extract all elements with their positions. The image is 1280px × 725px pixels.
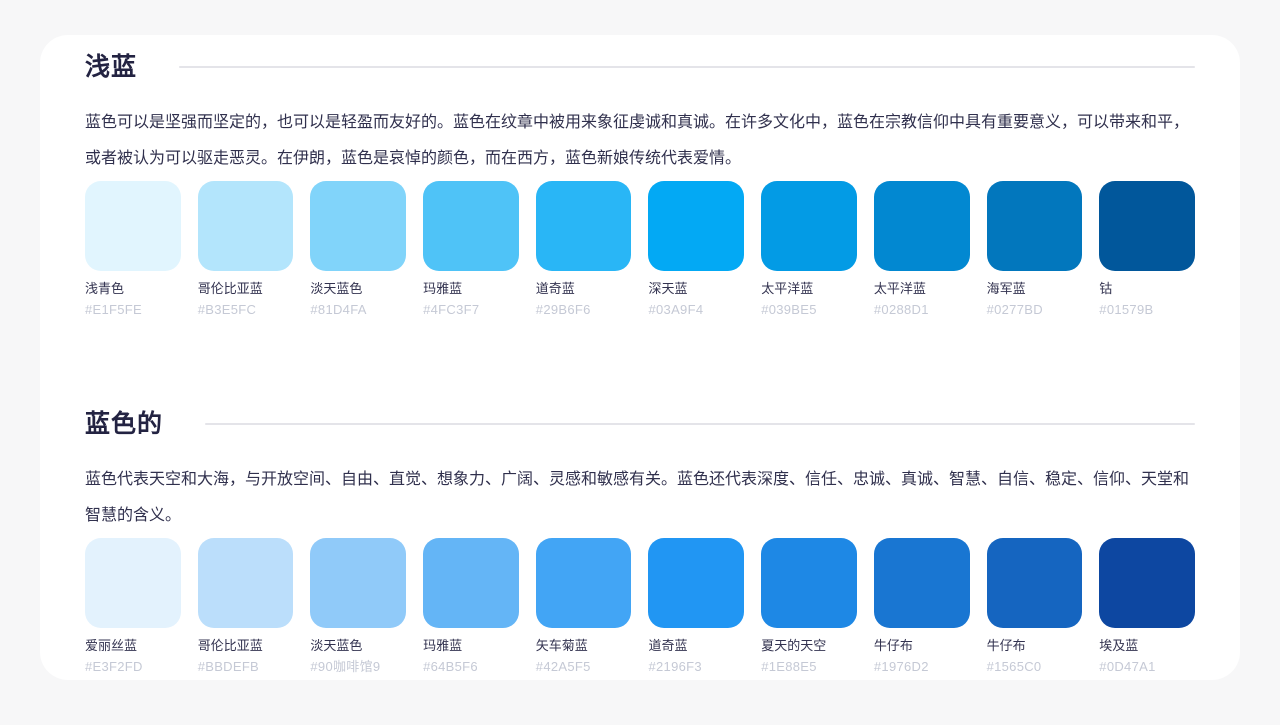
swatch-cell: 淡天蓝色 #81D4FA: [310, 181, 407, 318]
swatch-hex-code: #42A5F5: [535, 659, 591, 674]
section-title: 蓝色的: [85, 410, 164, 438]
color-swatch[interactable]: [535, 181, 632, 271]
swatch-cell: 钴 #01579B: [1099, 181, 1195, 318]
color-swatch[interactable]: [85, 181, 181, 271]
swatch-cell: 太平洋蓝 #039BE5: [761, 181, 857, 318]
swatch-hex-code: #0288D1: [873, 302, 929, 317]
swatch-name: 哥伦比亚蓝: [197, 281, 263, 296]
swatch-cell: 牛仔布 #1976D2: [873, 538, 970, 675]
color-swatch[interactable]: [873, 181, 970, 271]
section-header: 蓝色的: [85, 406, 1195, 442]
swatch-cell: 牛仔布 #1565C0: [986, 538, 1083, 675]
swatch-hex-code: #03A9F4: [648, 302, 704, 317]
swatch-cell: 浅青色 #E1F5FE: [85, 181, 181, 318]
color-swatch[interactable]: [197, 181, 294, 271]
swatch-grid-light-blue: 浅青色 #E1F5FE 哥伦比亚蓝 #B3E5FC 淡天蓝色 #81D4FA 玛…: [85, 181, 1195, 318]
color-swatch[interactable]: [535, 538, 632, 628]
color-swatch[interactable]: [423, 181, 519, 271]
swatch-name: 玛雅蓝: [423, 281, 463, 296]
swatch-name: 玛雅蓝: [423, 638, 463, 653]
swatch-cell: 玛雅蓝 #64B5F6: [423, 538, 519, 675]
swatch-hex-code: #4FC3F7: [423, 302, 480, 317]
color-swatch[interactable]: [423, 538, 519, 628]
swatch-name: 淡天蓝色: [310, 638, 363, 653]
swatch-cell: 爱丽丝蓝 #E3F2FD: [85, 538, 181, 675]
color-swatch[interactable]: [986, 181, 1083, 271]
swatch-name: 道奇蓝: [535, 281, 575, 296]
section-description: 蓝色代表天空和大海，与开放空间、自由、直觉、想象力、广阔、灵感和敏感有关。蓝色还…: [85, 471, 1190, 524]
section-description: 蓝色可以是坚强而坚定的，也可以是轻盈而友好的。蓝色在纹章中被用来象征虔诚和真诚。…: [85, 114, 1190, 167]
color-swatch[interactable]: [648, 538, 745, 628]
section-light-blue: 浅蓝 蓝色可以是坚强而坚定的，也可以是轻盈而友好的。蓝色在纹章中被用来象征虔诚和…: [85, 49, 1195, 318]
swatch-hex-code: #64B5F6: [423, 659, 478, 674]
swatch-hex-code: #039BE5: [761, 302, 817, 317]
swatch-hex-code: #29B6F6: [535, 302, 591, 317]
color-swatch[interactable]: [197, 538, 294, 628]
swatch-hex-code: #BBDEFB: [197, 659, 260, 674]
swatch-name: 矢车菊蓝: [535, 638, 588, 653]
swatch-name: 浅青色: [85, 281, 125, 296]
swatch-hex-code: #B3E5FC: [197, 302, 257, 317]
swatch-hex-code: #0D47A1: [1099, 659, 1156, 674]
swatch-hex-code: #1976D2: [873, 659, 929, 674]
color-swatch[interactable]: [873, 538, 970, 628]
swatch-cell: 哥伦比亚蓝 #B3E5FC: [197, 181, 294, 318]
section-header: 浅蓝: [85, 49, 1195, 85]
color-swatch[interactable]: [761, 181, 857, 271]
swatch-hex-code: #2196F3: [648, 659, 702, 674]
color-swatch[interactable]: [761, 538, 857, 628]
swatch-cell: 道奇蓝 #2196F3: [648, 538, 745, 675]
color-swatch[interactable]: [986, 538, 1083, 628]
swatch-hex-code: #01579B: [1099, 302, 1154, 317]
divider-line: [205, 423, 1195, 425]
swatch-name: 夏天的天空: [761, 638, 827, 653]
divider-line: [179, 66, 1195, 68]
swatch-name: 埃及蓝: [1099, 638, 1139, 653]
color-swatch[interactable]: [85, 538, 181, 628]
color-swatch[interactable]: [310, 181, 407, 271]
color-swatch[interactable]: [1099, 181, 1195, 271]
section-blue: 蓝色的 蓝色代表天空和大海，与开放空间、自由、直觉、想象力、广阔、灵感和敏感有关…: [85, 406, 1195, 675]
swatch-cell: 淡天蓝色 #90咖啡馆9: [310, 538, 407, 675]
swatch-name: 爱丽丝蓝: [85, 638, 138, 653]
swatch-name: 太平洋蓝: [873, 281, 926, 296]
swatch-name: 哥伦比亚蓝: [197, 638, 263, 653]
swatch-name: 深天蓝: [648, 281, 688, 296]
color-swatch[interactable]: [310, 538, 407, 628]
swatch-hex-code: #E3F2FD: [85, 659, 143, 674]
swatch-cell: 深天蓝 #03A9F4: [648, 181, 745, 318]
color-swatch[interactable]: [648, 181, 745, 271]
color-swatch[interactable]: [1099, 538, 1195, 628]
swatch-hex-code: #81D4FA: [310, 302, 367, 317]
color-palette-card: 浅蓝 蓝色可以是坚强而坚定的，也可以是轻盈而友好的。蓝色在纹章中被用来象征虔诚和…: [40, 35, 1240, 680]
swatch-hex-code: #0277BD: [986, 302, 1043, 317]
swatch-cell: 太平洋蓝 #0288D1: [873, 181, 970, 318]
swatch-cell: 夏天的天空 #1E88E5: [761, 538, 857, 675]
swatch-name: 太平洋蓝: [761, 281, 814, 296]
swatch-cell: 海军蓝 #0277BD: [986, 181, 1083, 318]
swatch-name: 牛仔布: [986, 638, 1026, 653]
swatch-cell: 玛雅蓝 #4FC3F7: [423, 181, 519, 318]
swatch-name: 淡天蓝色: [310, 281, 363, 296]
swatch-hex-code: #1565C0: [986, 659, 1042, 674]
swatch-hex-code: #E1F5FE: [85, 302, 143, 317]
swatch-name: 道奇蓝: [648, 638, 688, 653]
swatch-hex-code: #90咖啡馆9: [310, 659, 381, 674]
swatch-name: 钴: [1099, 281, 1113, 296]
swatch-cell: 哥伦比亚蓝 #BBDEFB: [197, 538, 294, 675]
section-title: 浅蓝: [85, 53, 138, 81]
swatch-name: 牛仔布: [873, 638, 913, 653]
swatch-cell: 矢车菊蓝 #42A5F5: [535, 538, 632, 675]
swatch-cell: 道奇蓝 #29B6F6: [535, 181, 632, 318]
swatch-cell: 埃及蓝 #0D47A1: [1099, 538, 1195, 675]
swatch-hex-code: #1E88E5: [761, 659, 817, 674]
swatch-grid-blue: 爱丽丝蓝 #E3F2FD 哥伦比亚蓝 #BBDEFB 淡天蓝色 #90咖啡馆9 …: [85, 538, 1195, 675]
swatch-name: 海军蓝: [986, 281, 1026, 296]
